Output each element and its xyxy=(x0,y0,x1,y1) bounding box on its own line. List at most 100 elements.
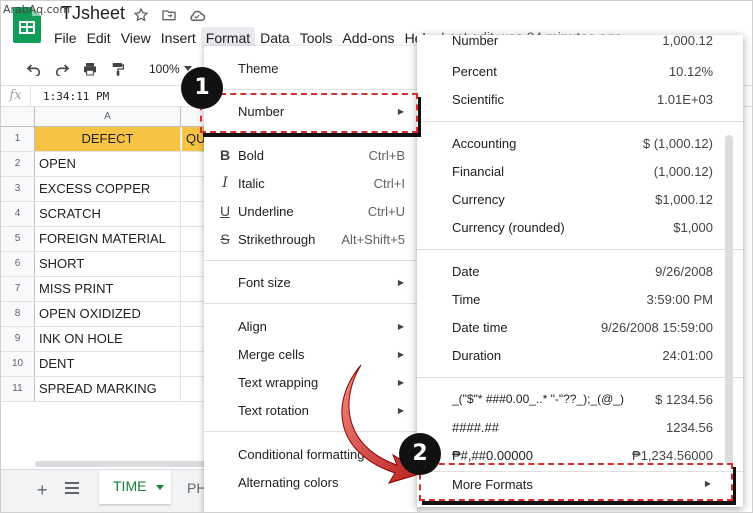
option-label: _("$"* ###0.00_..* "-"??_);_(@_) xyxy=(452,392,624,406)
menu-item-bold[interactable]: B Bold Ctrl+B xyxy=(204,142,417,168)
add-sheet-button[interactable]: + xyxy=(37,480,48,501)
cell[interactable]: SPREAD MARKING xyxy=(35,377,181,401)
row-number[interactable]: 1 xyxy=(1,127,35,151)
menu-divider xyxy=(417,377,743,378)
menu-item-align[interactable]: Align ▶ xyxy=(204,313,417,339)
menu-insert[interactable]: Insert xyxy=(156,27,201,49)
menu-item-italic[interactable]: I Italic Ctrl+I xyxy=(204,170,417,196)
number-option-number[interactable]: Number 1,000.12 xyxy=(417,35,743,53)
menu-item-label: Underline xyxy=(238,203,294,219)
menu-item-label: Italic xyxy=(238,175,265,191)
zoom-value: 100% xyxy=(149,62,180,76)
menu-item-label: Alternating colors xyxy=(238,474,339,490)
select-all-corner[interactable] xyxy=(1,107,35,127)
menu-view[interactable]: View xyxy=(116,27,156,49)
number-option-accounting[interactable]: Accounting $ (1,000.12) xyxy=(417,130,743,156)
step-badge-1: 1 xyxy=(181,67,223,109)
submenu-arrow-icon: ▶ xyxy=(397,321,404,331)
cell[interactable]: MISS PRINT xyxy=(35,277,181,301)
menu-item-label: Merge cells xyxy=(238,346,305,362)
option-example: 1234.56 xyxy=(666,420,713,435)
number-option-percent[interactable]: Percent 10.12% xyxy=(417,58,743,84)
print-icon[interactable] xyxy=(79,58,101,80)
row-number[interactable]: 11 xyxy=(1,377,35,401)
table-row: 4 SCRATCH xyxy=(1,202,211,227)
title-icons xyxy=(131,5,207,25)
number-option-currency[interactable]: Currency $1,000.12 xyxy=(417,186,743,212)
option-example: $1,000 xyxy=(673,220,713,235)
menu-item-font-size[interactable]: Font size ▶ xyxy=(204,269,417,295)
redo-icon[interactable] xyxy=(51,58,73,80)
menu-divider xyxy=(204,89,417,90)
menu-item-label: Align xyxy=(238,318,267,334)
number-format-submenu: Number 1,000.12 Percent 10.12% Scientific 1… xyxy=(417,35,743,507)
table-row: 6 SHORT xyxy=(1,252,211,277)
cloud-saved-icon[interactable] xyxy=(187,5,207,25)
number-option-custom-decimal[interactable]: ####.## 1234.56 xyxy=(417,414,743,440)
option-example: 1,000.12 xyxy=(662,35,713,48)
fx-icon: fx xyxy=(1,86,31,106)
cell-a1[interactable]: DEFECT xyxy=(35,127,181,151)
table-row: 5 FOREIGN MATERIAL xyxy=(1,227,211,252)
row-number[interactable]: 10 xyxy=(1,352,35,376)
cell[interactable]: OPEN xyxy=(35,152,181,176)
row-number[interactable]: 9 xyxy=(1,327,35,351)
menu-file[interactable]: File xyxy=(49,27,82,49)
number-option-duration[interactable]: Duration 24:01:00 xyxy=(417,342,743,368)
highlight-number-item xyxy=(200,93,418,133)
menu-item-label: Text wrapping xyxy=(238,374,319,390)
number-option-scientific[interactable]: Scientific 1.01E+03 xyxy=(417,86,743,112)
row-number[interactable]: 2 xyxy=(1,152,35,176)
horizontal-scrollbar[interactable] xyxy=(35,461,211,467)
cell[interactable]: SCRATCH xyxy=(35,202,181,226)
table-row: 1 DEFECT QU xyxy=(1,127,212,152)
option-example: $ (1,000.12) xyxy=(642,136,713,151)
number-option-date-time[interactable]: Date time 9/26/2008 15:59:00 xyxy=(417,314,743,340)
menu-item-underline[interactable]: U Underline Ctrl+U xyxy=(204,198,417,224)
shortcut: Ctrl+I xyxy=(373,175,405,191)
menu-item-strikethrough[interactable]: S Strikethrough Alt+Shift+5 xyxy=(204,226,417,252)
row-number[interactable]: 8 xyxy=(1,302,35,326)
undo-icon[interactable] xyxy=(23,58,45,80)
all-sheets-icon[interactable] xyxy=(65,482,79,497)
cell[interactable]: INK ON HOLE xyxy=(35,327,181,351)
row-number[interactable]: 3 xyxy=(1,177,35,201)
row-number[interactable]: 7 xyxy=(1,277,35,301)
row-number[interactable]: 4 xyxy=(1,202,35,226)
sheet-tab-time[interactable]: TIME xyxy=(99,470,171,504)
cell[interactable]: EXCESS COPPER xyxy=(35,177,181,201)
number-option-custom-accounting[interactable]: _("$"* ###0.00_..* "-"??_);_(@_) $ 1234.5… xyxy=(417,386,743,412)
option-label: Time xyxy=(452,292,481,307)
number-option-currency-rounded[interactable]: Currency (rounded) $1,000 xyxy=(417,214,743,240)
option-example: 24:01:00 xyxy=(662,348,713,363)
table-row: 7 MISS PRINT xyxy=(1,277,211,302)
cell[interactable]: FOREIGN MATERIAL xyxy=(35,227,181,251)
row-number[interactable]: 6 xyxy=(1,252,35,276)
document-title[interactable]: TJsheet xyxy=(61,3,125,24)
menu-divider xyxy=(417,121,743,122)
number-option-date[interactable]: Date 9/26/2008 xyxy=(417,258,743,284)
number-option-financial[interactable]: Financial (1,000.12) xyxy=(417,158,743,184)
cell[interactable]: OPEN OXIDIZED xyxy=(35,302,181,326)
rows: 1 DEFECT QU 2 OPEN 3 EXCESS COPPER 4 SCRATC… xyxy=(1,127,212,402)
menu-edit[interactable]: Edit xyxy=(82,27,116,49)
paint-format-icon[interactable] xyxy=(107,58,129,80)
submenu-arrow-icon: ▶ xyxy=(397,349,404,359)
shortcut: Ctrl+U xyxy=(367,203,405,219)
table-row: 10 DENT xyxy=(1,352,211,377)
submenu-scrollbar[interactable] xyxy=(725,135,733,465)
number-option-time[interactable]: Time 3:59:00 PM xyxy=(417,286,743,312)
column-header-a[interactable]: A xyxy=(35,107,181,127)
row-number[interactable]: 5 xyxy=(1,227,35,251)
cell[interactable]: SHORT xyxy=(35,252,181,276)
menu-item-label: Font size xyxy=(238,274,291,290)
menu-divider xyxy=(204,260,417,261)
menu-item-theme[interactable]: Theme xyxy=(204,55,417,81)
cell[interactable]: DENT xyxy=(35,352,181,376)
menu-item-label: Text rotation xyxy=(238,402,309,418)
strikethrough-icon: S xyxy=(220,231,230,247)
star-icon[interactable] xyxy=(131,5,151,25)
option-example: 9/26/2008 xyxy=(655,264,713,279)
formula-input[interactable]: 1:34:11 PM xyxy=(31,90,109,103)
move-folder-icon[interactable] xyxy=(159,5,179,25)
